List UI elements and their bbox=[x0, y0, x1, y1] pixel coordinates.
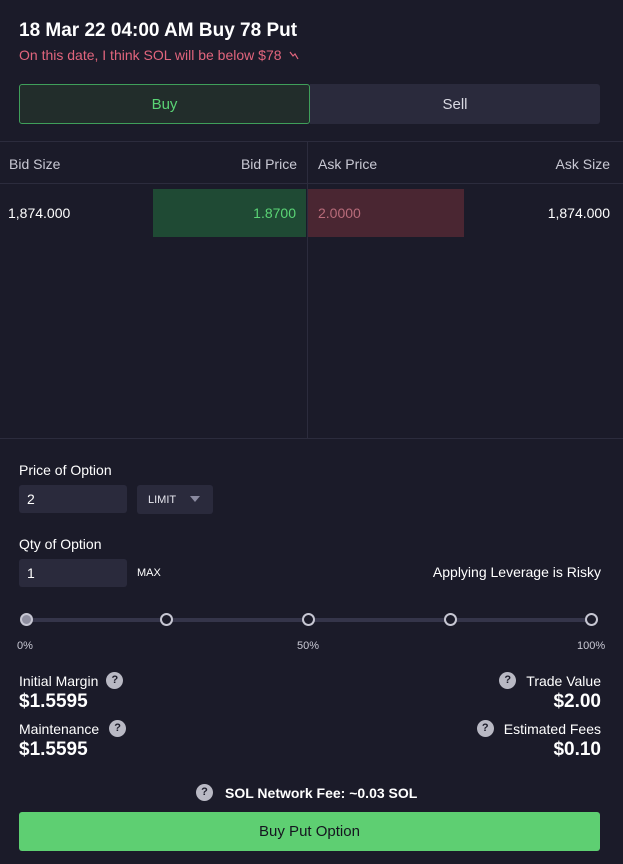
tab-sell[interactable]: Sell bbox=[310, 84, 600, 124]
bid-price-cell[interactable]: 1.8700 bbox=[153, 189, 306, 237]
option-subtitle: On this date, I think SOL will be below … bbox=[19, 47, 299, 63]
header-bid-price: Bid Price bbox=[240, 156, 297, 172]
header-ask-price: Ask Price bbox=[318, 156, 378, 172]
help-icon[interactable]: ? bbox=[106, 672, 124, 689]
tab-buy[interactable]: Buy bbox=[19, 84, 310, 124]
header-ask-size: Ask Size bbox=[555, 156, 610, 172]
caret-down-icon bbox=[190, 496, 200, 502]
maintenance-value: $1.5595 bbox=[19, 739, 88, 760]
bid-price-value: 1.8700 bbox=[253, 205, 296, 221]
slider-tick-label: 50% bbox=[297, 640, 320, 652]
trade-value-value: $2.00 bbox=[553, 691, 601, 712]
help-icon[interactable]: ? bbox=[196, 784, 213, 801]
subtitle-text: On this date, I think SOL will be below … bbox=[19, 47, 282, 63]
estimated-fees-value: $0.10 bbox=[553, 739, 601, 760]
bid-size-value: 1,874.000 bbox=[8, 205, 71, 221]
ask-size-value: 1,874.000 bbox=[547, 205, 610, 221]
initial-margin-value: $1.5595 bbox=[19, 691, 88, 712]
slider-step-50[interactable] bbox=[302, 613, 315, 626]
network-fee: ? SOL Network Fee: ~0.03 SOL bbox=[196, 784, 417, 801]
slider-step-75[interactable] bbox=[444, 613, 457, 626]
estimated-fees-label: ? Estimated Fees bbox=[476, 720, 601, 737]
trade-value-text: Trade Value bbox=[526, 672, 601, 689]
estimated-fees-text: Estimated Fees bbox=[503, 720, 601, 737]
leverage-warning: Applying Leverage is Risky bbox=[432, 564, 601, 580]
help-icon[interactable]: ? bbox=[109, 720, 127, 737]
side-tabs: Buy Sell bbox=[19, 84, 600, 124]
initial-margin-text: Initial Margin bbox=[19, 672, 99, 689]
maintenance-text: Maintenance bbox=[19, 720, 100, 737]
order-type-label: LIMIT bbox=[148, 494, 177, 506]
header-bid-size: Bid Size bbox=[9, 156, 61, 172]
trend-down-icon bbox=[289, 51, 299, 63]
orderbook-header: Bid Size Bid Price Ask Price Ask Size bbox=[0, 142, 623, 184]
slider-tick-label: 100% bbox=[577, 640, 606, 652]
max-button[interactable]: MAX bbox=[137, 567, 161, 579]
qty-label: Qty of Option bbox=[19, 536, 102, 552]
trade-panel: 18 Mar 22 04:00 AM Buy 78 Put On this da… bbox=[0, 0, 623, 864]
price-label: Price of Option bbox=[19, 462, 112, 478]
qty-input[interactable]: 1 bbox=[19, 559, 127, 587]
network-fee-text: SOL Network Fee: ~0.03 SOL bbox=[225, 784, 418, 801]
orderbook-row: 1,874.000 1.8700 2.0000 1,874.000 bbox=[0, 189, 623, 237]
orderbook-center-divider bbox=[307, 142, 308, 438]
price-input[interactable]: 2 bbox=[19, 485, 127, 513]
ask-price-cell[interactable]: 2.0000 bbox=[308, 189, 464, 237]
help-icon[interactable]: ? bbox=[476, 720, 494, 737]
order-type-dropdown[interactable]: LIMIT bbox=[137, 485, 213, 514]
trade-value-label: ? Trade Value bbox=[499, 672, 601, 689]
option-title: 18 Mar 22 04:00 AM Buy 78 Put bbox=[19, 20, 298, 41]
maintenance-label: Maintenance ? bbox=[19, 720, 127, 737]
slider-step-100[interactable] bbox=[585, 613, 598, 626]
initial-margin-label: Initial Margin ? bbox=[19, 672, 124, 689]
slider-handle[interactable] bbox=[20, 613, 33, 626]
slider-step-25[interactable] bbox=[160, 613, 173, 626]
buy-put-option-button[interactable]: Buy Put Option bbox=[19, 812, 600, 851]
divider bbox=[0, 438, 623, 439]
ask-price-value: 2.0000 bbox=[318, 205, 361, 221]
slider-tick-label: 0% bbox=[17, 640, 33, 652]
help-icon[interactable]: ? bbox=[499, 672, 517, 689]
